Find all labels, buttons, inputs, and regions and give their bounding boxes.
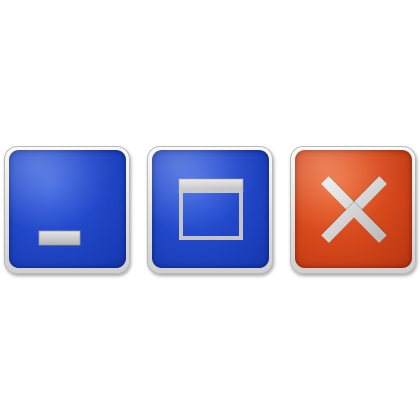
canvas: [0, 0, 420, 420]
minimize-button-face: [9, 150, 126, 268]
close-icon: [320, 175, 388, 243]
maximize-button-face: [152, 150, 269, 268]
close-button[interactable]: [290, 146, 416, 274]
close-button-face: [295, 150, 412, 268]
window-caption-buttons: [0, 146, 420, 278]
maximize-icon: [178, 178, 244, 240]
minimize-icon: [38, 230, 81, 246]
maximize-button[interactable]: [147, 146, 273, 274]
minimize-button[interactable]: [4, 146, 130, 274]
